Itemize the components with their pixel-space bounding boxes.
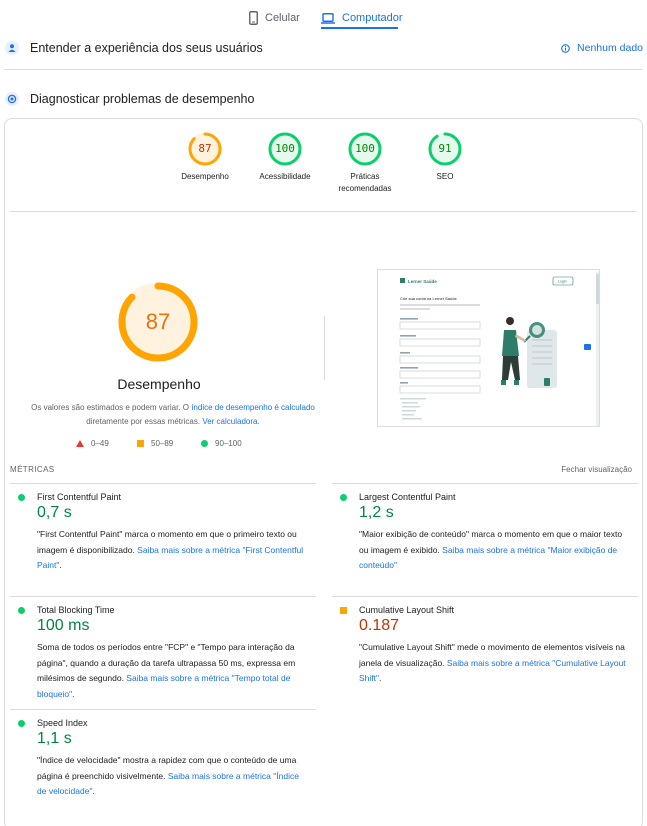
pass-circle-icon bbox=[18, 494, 25, 501]
diagnose-icon bbox=[5, 92, 19, 106]
tab-desktop-label: Computador bbox=[342, 12, 403, 24]
score-label-line1: Práticas bbox=[350, 172, 380, 181]
legend-average: 50–89 bbox=[137, 439, 173, 448]
pass-circle-icon bbox=[18, 720, 25, 727]
tab-mobile-label: Celular bbox=[265, 12, 300, 24]
metric-value: 0.187 bbox=[359, 617, 400, 634]
legend-bad-label: 0–49 bbox=[91, 439, 109, 448]
metric-description: "First Contentful Paint" marca o momento… bbox=[37, 527, 307, 574]
score-value: 100 bbox=[275, 142, 295, 155]
score-label: Práticas recomendadas bbox=[325, 171, 405, 195]
score-value: 91 bbox=[438, 142, 452, 155]
metric-desc-end: . bbox=[92, 786, 95, 796]
performance-title: Desempenho bbox=[117, 376, 201, 392]
metric-title: Cumulative Layout Shift bbox=[359, 605, 455, 615]
metric-value: 0,7 s bbox=[37, 504, 72, 521]
legend-bad: 0–49 bbox=[76, 439, 109, 448]
legend-average-label: 50–89 bbox=[151, 439, 174, 448]
metric-description: "Maior exibição de conteúdo" marca o mom… bbox=[359, 527, 629, 574]
pass-circle-icon bbox=[340, 494, 347, 501]
legend-good: 90–100 bbox=[201, 439, 242, 448]
score-ring: 91 bbox=[428, 132, 462, 166]
metric-cls: Cumulative Layout Shift 0.187 "Cumulativ… bbox=[340, 605, 636, 705]
metrics-divider bbox=[332, 483, 638, 484]
score-gauge[interactable]: 100 Práticas recomendadas bbox=[325, 132, 405, 195]
metric-desc-end: . bbox=[72, 688, 75, 699]
users-icon bbox=[5, 41, 19, 55]
phone-icon bbox=[249, 11, 258, 25]
performance-gauge: 87 bbox=[118, 282, 198, 362]
score-label-line2: recomendadas bbox=[338, 184, 392, 193]
metric-title: Speed Index bbox=[37, 718, 88, 728]
active-tab-indicator bbox=[321, 27, 398, 29]
calculator-link[interactable]: Ver calculadora. bbox=[202, 417, 259, 426]
metric-si: Speed Index 1,1 s "Índice de velocidade"… bbox=[18, 718, 314, 808]
score-label: SEO bbox=[436, 172, 454, 181]
thumb-heading: Crie sua conta na Lerner Saúde bbox=[400, 296, 457, 301]
laptop-icon bbox=[321, 12, 335, 24]
experience-title: Entender a experiência dos seus usuários bbox=[30, 41, 263, 55]
score-ring: 87 bbox=[188, 132, 222, 166]
score-ring: 100 bbox=[348, 132, 382, 166]
thumb-login: Login bbox=[558, 280, 567, 284]
section-divider bbox=[4, 69, 643, 70]
metrics-divider bbox=[10, 596, 316, 597]
metric-tbt: Total Blocking Time 100 ms Soma de todos… bbox=[18, 605, 314, 705]
estimate-note: Os valores são estimados e podem variar.… bbox=[30, 401, 316, 429]
metric-value: 100 ms bbox=[37, 617, 90, 634]
metrics-divider bbox=[10, 483, 316, 484]
score-calc-link[interactable]: índice de desempenho é calculado bbox=[191, 403, 315, 412]
metrics-divider bbox=[332, 596, 638, 597]
tab-mobile[interactable]: Celular bbox=[249, 6, 300, 30]
performance-score: 87 bbox=[145, 309, 171, 334]
no-data-link[interactable]: Nenhum dado bbox=[561, 42, 643, 54]
metric-value: 1,2 s bbox=[359, 504, 394, 521]
gauges-divider bbox=[10, 211, 637, 212]
score-value: 100 bbox=[355, 142, 375, 155]
score-label: Desempenho bbox=[181, 172, 229, 181]
screenshot-image: Lerner Saúde Login Crie sua conta na Ler… bbox=[378, 270, 599, 426]
metrics-header: MÉTRICAS bbox=[10, 465, 55, 474]
metrics-divider bbox=[10, 709, 316, 710]
score-gauge[interactable]: 100 Acessibilidade bbox=[245, 132, 325, 183]
no-data-label: Nenhum dado bbox=[577, 42, 643, 54]
vertical-separator bbox=[324, 316, 325, 380]
square-icon bbox=[137, 440, 144, 447]
device-tabs: Celular Computador bbox=[0, 0, 647, 32]
score-gauge[interactable]: 87 Desempenho bbox=[165, 132, 245, 183]
average-square-icon bbox=[340, 607, 347, 614]
metric-description: Soma de todos os períodos entre "FCP" e … bbox=[37, 640, 307, 702]
metric-description: "Cumulative Layout Shift" mede o movimen… bbox=[359, 640, 629, 687]
diagnose-title: Diagnosticar problemas de desempenho bbox=[30, 92, 255, 106]
score-value: 87 bbox=[198, 142, 212, 155]
metric-title: First Contentful Paint bbox=[37, 492, 122, 502]
thumb-brand: Lerner Saúde bbox=[408, 279, 437, 284]
score-gauge[interactable]: 91 SEO bbox=[405, 132, 485, 183]
collapse-view-button[interactable]: Fechar visualização bbox=[561, 465, 632, 474]
metric-title: Largest Contentful Paint bbox=[359, 492, 456, 502]
pass-circle-icon bbox=[18, 607, 25, 614]
page-screenshot[interactable]: Lerner Saúde Login Crie sua conta na Ler… bbox=[377, 269, 600, 427]
metric-desc-end: . bbox=[379, 673, 382, 683]
metric-value: 1,1 s bbox=[37, 730, 72, 747]
metric-description: "Índice de velocidade" mostra a rapidez … bbox=[37, 753, 307, 800]
metric-title: Total Blocking Time bbox=[37, 605, 115, 615]
metric-fcp: First Contentful Paint 0,7 s "First Cont… bbox=[18, 492, 314, 572]
experience-section-header[interactable]: Entender a experiência dos seus usuários… bbox=[0, 33, 647, 63]
note-text-1: Os valores são estimados e podem variar.… bbox=[31, 403, 192, 412]
triangle-icon bbox=[76, 440, 84, 447]
info-icon bbox=[561, 43, 570, 53]
score-label: Acessibilidade bbox=[259, 172, 311, 181]
circle-icon bbox=[201, 440, 208, 447]
metric-lcp: Largest Contentful Paint 1,2 s "Maior ex… bbox=[340, 492, 636, 572]
diagnose-section-header[interactable]: Diagnosticar problemas de desempenho bbox=[0, 84, 647, 114]
legend-good-label: 90–100 bbox=[215, 439, 242, 448]
score-ring: 100 bbox=[268, 132, 302, 166]
note-text-2: diretamente por essas métricas. bbox=[86, 417, 203, 426]
metric-desc-end: . bbox=[59, 560, 62, 570]
